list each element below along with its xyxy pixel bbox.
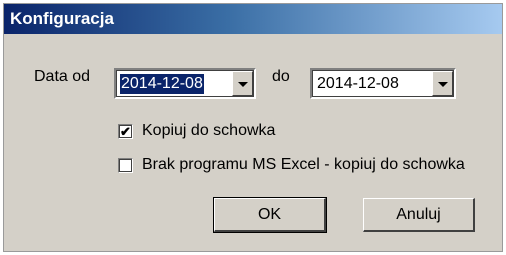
date-to-dropdown-button[interactable] [432,71,453,96]
ok-button[interactable]: OK [213,197,327,233]
date-to-combo[interactable]: 2014-12-08 [310,68,456,99]
chevron-down-icon [238,82,248,87]
title-bar[interactable]: Konfiguracja [4,4,502,34]
date-to-label: do [272,68,290,85]
copy-clipboard-checkbox[interactable]: ✔ [118,124,133,139]
date-from-label: Data od [34,68,91,85]
date-from-combo[interactable]: 2014-12-08 [114,68,256,99]
no-excel-label[interactable]: Brak programu MS Excel - kopiuj do schow… [142,156,465,174]
checkmark-icon: ✔ [120,124,131,139]
window-title: Konfiguracja [10,9,114,28]
cancel-button[interactable]: Anuluj [363,198,475,232]
copy-clipboard-label[interactable]: Kopiuj do schowka [142,122,275,140]
no-excel-checkbox[interactable] [118,158,133,173]
date-from-dropdown-button[interactable] [232,71,253,96]
chevron-down-icon [438,82,448,87]
date-from-value[interactable]: 2014-12-08 [120,74,204,94]
date-to-value[interactable]: 2014-12-08 [316,74,400,94]
config-dialog: Konfiguracja Data od 2014-12-08 do 2014-… [4,4,502,251]
